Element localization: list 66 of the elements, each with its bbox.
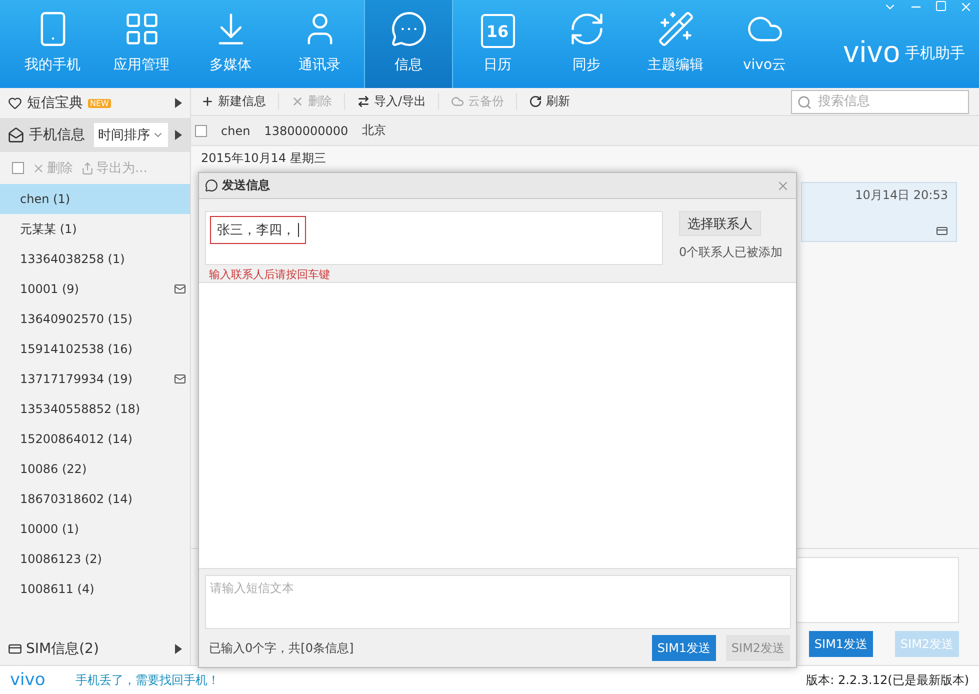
contact-number: 13800000000 <box>264 124 348 138</box>
conversation-item[interactable]: 13364038258 (1) <box>0 244 190 274</box>
plus-icon <box>201 95 214 108</box>
character-counter: 已输入0个字，共[0条信息] <box>208 640 354 656</box>
chat-bubble-icon <box>390 10 428 48</box>
delete-icon <box>32 162 45 174</box>
expand-arrow-icon[interactable] <box>175 98 182 108</box>
conversation-item[interactable]: 10001 (9) <box>0 274 190 304</box>
heart-icon <box>8 96 22 110</box>
conversation-item[interactable]: 1008611 (4) <box>0 574 190 604</box>
new-badge: NEW <box>88 98 111 108</box>
calendar-icon: 16 <box>480 14 514 48</box>
share-icon <box>81 162 94 174</box>
choose-contact-button[interactable]: 选择联系人 <box>679 211 761 236</box>
version-text: 版本: 2.2.3.12(已是最新版本) <box>806 672 969 688</box>
maximize-icon[interactable] <box>935 0 947 12</box>
wand-icon <box>656 10 694 48</box>
cloud-icon <box>451 95 464 108</box>
toolbar-button[interactable]: 新建信息 <box>201 93 279 110</box>
send-button[interactable]: SIM1发送 <box>652 635 716 661</box>
conversation-item[interactable]: 13640902570 (15) <box>0 304 190 334</box>
message-time: 10月14日 20:53 <box>855 187 948 204</box>
conversation-item[interactable]: 10086123 (2) <box>0 544 190 574</box>
conversation-item[interactable]: 元某某 (1) <box>0 214 190 244</box>
added-count: 0个联系人已被添加 <box>679 244 783 261</box>
text-cursor <box>298 223 299 238</box>
envelope-icon <box>8 127 24 143</box>
checkbox[interactable] <box>195 124 207 136</box>
conversation-item[interactable]: 13717179934 (19) <box>0 364 190 394</box>
find-phone-link[interactable]: 手机丢了，需要找回手机！ <box>75 672 220 688</box>
send-button[interactable]: SIM1发送 <box>809 631 873 657</box>
toolbar-button[interactable]: 刷新 <box>529 93 582 110</box>
hint-text: 输入联系人后请按回车键 <box>208 267 331 282</box>
message-field[interactable]: 请输入短信文本 <box>205 575 791 629</box>
date-label: 2015年10月14 星期三 <box>201 150 326 166</box>
contact-location: 北京 <box>362 122 386 139</box>
nav-tab[interactable]: 信息 <box>364 0 453 88</box>
conversation-item[interactable]: 10086 (22) <box>0 454 190 484</box>
swap-icon <box>357 95 370 108</box>
conversation-item[interactable]: 15200864012 (14) <box>0 424 190 454</box>
footer-logo: vivo <box>10 670 46 690</box>
recipient-field[interactable]: 张三，李四， <box>205 211 663 265</box>
conversation-item[interactable]: 18670318602 (14) <box>0 484 190 514</box>
sidebar-heading[interactable]: 手机信息 <box>29 126 85 144</box>
conversation-item[interactable]: 10000 (1) <box>0 514 190 544</box>
expand-arrow-icon[interactable] <box>175 644 182 654</box>
select-all-checkbox[interactable] <box>12 162 24 174</box>
sidebar-heading[interactable]: 短信宝典 <box>27 94 83 112</box>
dialog-title: 发送信息 <box>222 177 270 194</box>
toolbar-button[interactable]: 导入/导出 <box>357 93 440 110</box>
expand-arrow-icon[interactable] <box>175 130 182 140</box>
contact-name: chen <box>221 124 250 138</box>
recipient-text: 张三，李四， <box>210 216 306 244</box>
chat-bubble-icon <box>205 179 218 192</box>
refresh-icon <box>529 95 542 108</box>
search-field[interactable]: 搜索信息 <box>791 90 969 114</box>
sidebar-heading[interactable]: SIM信息(2) <box>26 640 99 658</box>
conversation-item[interactable]: 135340558852 (18) <box>0 394 190 424</box>
brand-logo: vivo <box>844 36 901 70</box>
close-icon[interactable] <box>959 0 973 14</box>
search-icon <box>797 94 812 110</box>
brand-name: 手机助手 <box>905 44 965 62</box>
conversation-item[interactable]: 15914102538 (16) <box>0 334 190 364</box>
sort-dropdown[interactable]: 时间排序 <box>94 123 168 147</box>
delete-icon <box>291 95 304 108</box>
conversation-item[interactable]: chen (1) <box>0 184 190 214</box>
